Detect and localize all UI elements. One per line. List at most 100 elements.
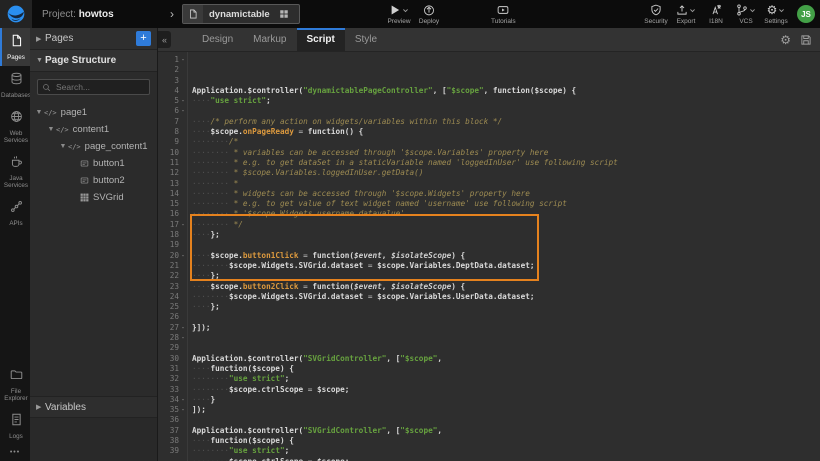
sidebar-overflow-button[interactable]: ••• — [0, 445, 30, 461]
fold-marker[interactable]: - — [179, 96, 187, 106]
caret-down-icon[interactable]: ▼ — [46, 126, 56, 133]
code-line[interactable]: ····} — [192, 395, 820, 405]
code-line[interactable]: ····$scope.button1Click = function($even… — [192, 251, 820, 261]
gutter-row: 34- — [158, 395, 187, 405]
code-line[interactable]: ········$scope.ctrlScope = $scope; — [192, 385, 820, 395]
collapse-panel-button[interactable]: « — [158, 31, 171, 48]
code-line[interactable]: ········$scope.Widgets.SVGrid.dataset = … — [192, 292, 820, 302]
save-button[interactable] — [800, 34, 812, 46]
sidebar-item-apis[interactable]: APIs — [0, 194, 30, 232]
code-line[interactable]: Application.$controller("SVGridControlle… — [192, 426, 820, 436]
vcs-icon — [736, 4, 756, 17]
code-line[interactable]: ········"use strict"; — [192, 446, 820, 456]
code-line[interactable]: ····function($scope) { — [192, 364, 820, 374]
code-line[interactable]: ········ * widgets can be accessed throu… — [192, 189, 820, 199]
fold-marker[interactable]: - — [179, 251, 187, 261]
line-number: 14 — [158, 189, 179, 199]
variables-section-header[interactable]: ▶ Variables — [30, 396, 157, 418]
caret-down-icon[interactable]: ▼ — [34, 109, 44, 116]
tree-item-button2[interactable]: button2 — [30, 172, 157, 189]
fold-marker[interactable]: - — [179, 220, 187, 230]
code-line[interactable] — [192, 312, 820, 322]
deploy-button[interactable]: Deploy — [414, 0, 444, 28]
tree-item-label: SVGrid — [93, 192, 124, 203]
sidebar-item-file-explorer[interactable]: File Explorer — [0, 362, 30, 407]
gutter-row: 7 — [158, 117, 187, 127]
code-line[interactable]: ····$scope.button2Click = function($even… — [192, 282, 820, 292]
code-line[interactable]: ····"use strict"; — [192, 96, 820, 106]
code-line[interactable]: ········ * — [192, 179, 820, 189]
code-line[interactable]: ····function($scope) { — [192, 436, 820, 446]
wavemaker-logo[interactable] — [0, 0, 32, 28]
tab-markup[interactable]: Markup — [243, 28, 296, 51]
code-line[interactable]: ····}; — [192, 302, 820, 312]
line-number: 20 — [158, 251, 179, 261]
code-editor[interactable]: 1-2345-6-7891011121314151617-181920-2122… — [158, 52, 820, 461]
code-line[interactable] — [192, 333, 820, 343]
line-number: 33 — [158, 385, 179, 395]
preview-button[interactable]: Preview — [384, 0, 414, 28]
tree-item-page1[interactable]: ▼</>page1 — [30, 104, 157, 121]
sidebar-item-logs[interactable]: Logs — [0, 407, 30, 445]
page-tab-dynamictable[interactable]: dynamictable — [182, 4, 300, 24]
search-box[interactable] — [37, 79, 150, 95]
code-line[interactable]: ········ * e.g. to get value of text wid… — [192, 199, 820, 209]
gutter-row: 37 — [158, 426, 187, 436]
code-line[interactable]: }]); — [192, 323, 820, 333]
code-line[interactable]: ········/* — [192, 137, 820, 147]
export-button[interactable]: Export — [671, 0, 701, 28]
code-line[interactable] — [192, 343, 820, 353]
tree-item-page-content1[interactable]: ▼</>page_content1 — [30, 138, 157, 155]
fold-marker[interactable]: - — [179, 405, 187, 415]
vcs-button[interactable]: VCS — [731, 0, 761, 28]
caret-down-icon[interactable]: ▼ — [58, 143, 68, 150]
user-avatar[interactable]: JS — [797, 5, 815, 23]
fold-marker[interactable]: - — [179, 106, 187, 116]
code-line[interactable]: ········ * e.g. to get dataSet in a stat… — [192, 158, 820, 168]
code-line[interactable]: ····/* perform any action on widgets/var… — [192, 117, 820, 127]
tree-item-svgrid[interactable]: SVGrid — [30, 189, 157, 206]
security-button[interactable]: Security — [641, 0, 671, 28]
code-line[interactable]: ········$scope.Widgets.SVGrid.dataset = … — [192, 261, 820, 271]
code-line[interactable]: ········ * $scope.Variables.loggedInUser… — [192, 168, 820, 178]
fold-marker[interactable]: - — [179, 55, 187, 65]
gutter-row: 4 — [158, 86, 187, 96]
fold-marker[interactable]: - — [179, 333, 187, 343]
code-line[interactable]: ····$scope.onPageReady = function() { — [192, 127, 820, 137]
sidebar-item-label: Java Services — [2, 175, 30, 189]
sidebar-item-java-services[interactable]: Java Services — [0, 149, 30, 194]
tutorials-button[interactable]: Tutorials — [488, 0, 519, 28]
sidebar-item-databases[interactable]: Databases — [0, 66, 30, 104]
code-line[interactable]: ····}; — [192, 271, 820, 281]
sidebar-item-web-services[interactable]: Web Services — [0, 104, 30, 149]
code-line[interactable]: ········ */ — [192, 220, 820, 230]
code-line[interactable]: ]); — [192, 405, 820, 415]
code-line[interactable]: ····}; — [192, 230, 820, 240]
tab-script[interactable]: Script — [297, 28, 345, 51]
code-line[interactable]: Application.$controller("SVGridControlle… — [192, 354, 820, 364]
page-structure-header[interactable]: ▼ Page Structure — [30, 50, 157, 72]
script-settings-button[interactable]: ⚙ — [780, 34, 791, 46]
add-page-button[interactable]: + — [136, 31, 151, 46]
pages-section-header[interactable]: ▶ Pages + — [30, 28, 157, 50]
search-input[interactable] — [54, 81, 145, 93]
fold-marker[interactable]: - — [179, 395, 187, 405]
grid-icon[interactable] — [279, 9, 295, 19]
tree-item-content1[interactable]: ▼</>content1 — [30, 121, 157, 138]
code-line[interactable]: Application.$controller("dynamictablePag… — [192, 86, 820, 96]
tab-design[interactable]: Design — [192, 28, 243, 51]
code-line[interactable]: ········"use strict"; — [192, 374, 820, 384]
code-line[interactable]: ········ * variables can be accessed thr… — [192, 148, 820, 158]
code-line[interactable]: ········$scope.ctrlScope = $scope; — [192, 457, 820, 461]
settings-button[interactable]: ⚙Settings — [761, 0, 791, 28]
code-line[interactable] — [192, 415, 820, 425]
code-line[interactable]: ········ * '$scope.Widgets.username.data… — [192, 209, 820, 219]
tab-style[interactable]: Style — [345, 28, 387, 51]
fold-marker[interactable]: - — [179, 323, 187, 333]
code-area[interactable]: Application.$controller("dynamictablePag… — [188, 52, 820, 461]
code-line[interactable] — [192, 240, 820, 250]
code-line[interactable] — [192, 106, 820, 116]
i18n-button[interactable]: I18N — [701, 0, 731, 28]
sidebar-item-pages[interactable]: Pages — [0, 28, 30, 66]
tree-item-button1[interactable]: button1 — [30, 155, 157, 172]
